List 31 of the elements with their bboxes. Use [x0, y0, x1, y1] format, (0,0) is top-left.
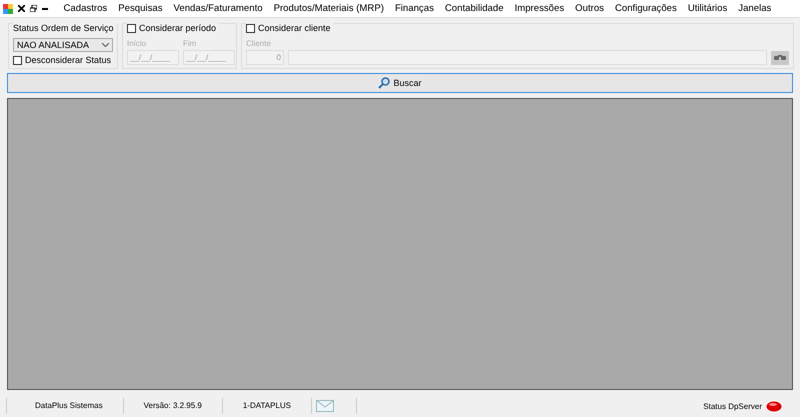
menu-item[interactable]: Cadastros — [58, 3, 113, 14]
menu-item[interactable]: Impressões — [509, 3, 570, 14]
status-light-icon — [766, 400, 782, 412]
menu-item[interactable]: Configurações — [609, 3, 682, 14]
ignore-status-checkbox[interactable]: Desconsiderar Status — [13, 55, 113, 65]
menu-item[interactable]: Vendas/Faturamento — [168, 3, 268, 14]
menu-item[interactable]: Janelas — [732, 3, 777, 14]
server-status-label: Status DpServer — [703, 402, 762, 410]
chevron-icon — [102, 43, 109, 47]
app-icon[interactable] — [3, 4, 13, 14]
menu-item[interactable]: Outros — [570, 3, 610, 14]
menu-item[interactable]: Utilitários — [682, 3, 733, 14]
menu-item[interactable]: Produtos/Materiais (MRP) — [268, 3, 390, 14]
menu-item[interactable]: Finanças — [389, 3, 440, 14]
field-label: Fim — [183, 38, 198, 50]
status-text: Versão: 3.2.95.9 — [124, 398, 223, 414]
minimize-icon[interactable] — [42, 8, 48, 10]
lookup-button[interactable] — [771, 50, 789, 64]
status-text: DataPlus Sistemas — [6, 398, 124, 414]
binoculars-icon — [774, 54, 786, 61]
close-icon[interactable] — [18, 5, 25, 12]
search-button[interactable]: Buscar — [7, 73, 793, 93]
group-title: Status Ordem de Serviço — [13, 23, 117, 33]
menu-item[interactable]: Contabilidade — [439, 3, 510, 14]
status-dropdown[interactable]: NAO ANALISADA — [13, 38, 113, 52]
field-label: Início — [127, 38, 148, 50]
menu-item[interactable]: Pesquisas — [112, 3, 168, 14]
search-icon — [378, 77, 390, 89]
field-label: Cliente — [246, 39, 271, 48]
status-text: 1-DATAPLUS — [222, 398, 312, 414]
restore-icon[interactable] — [30, 5, 37, 12]
